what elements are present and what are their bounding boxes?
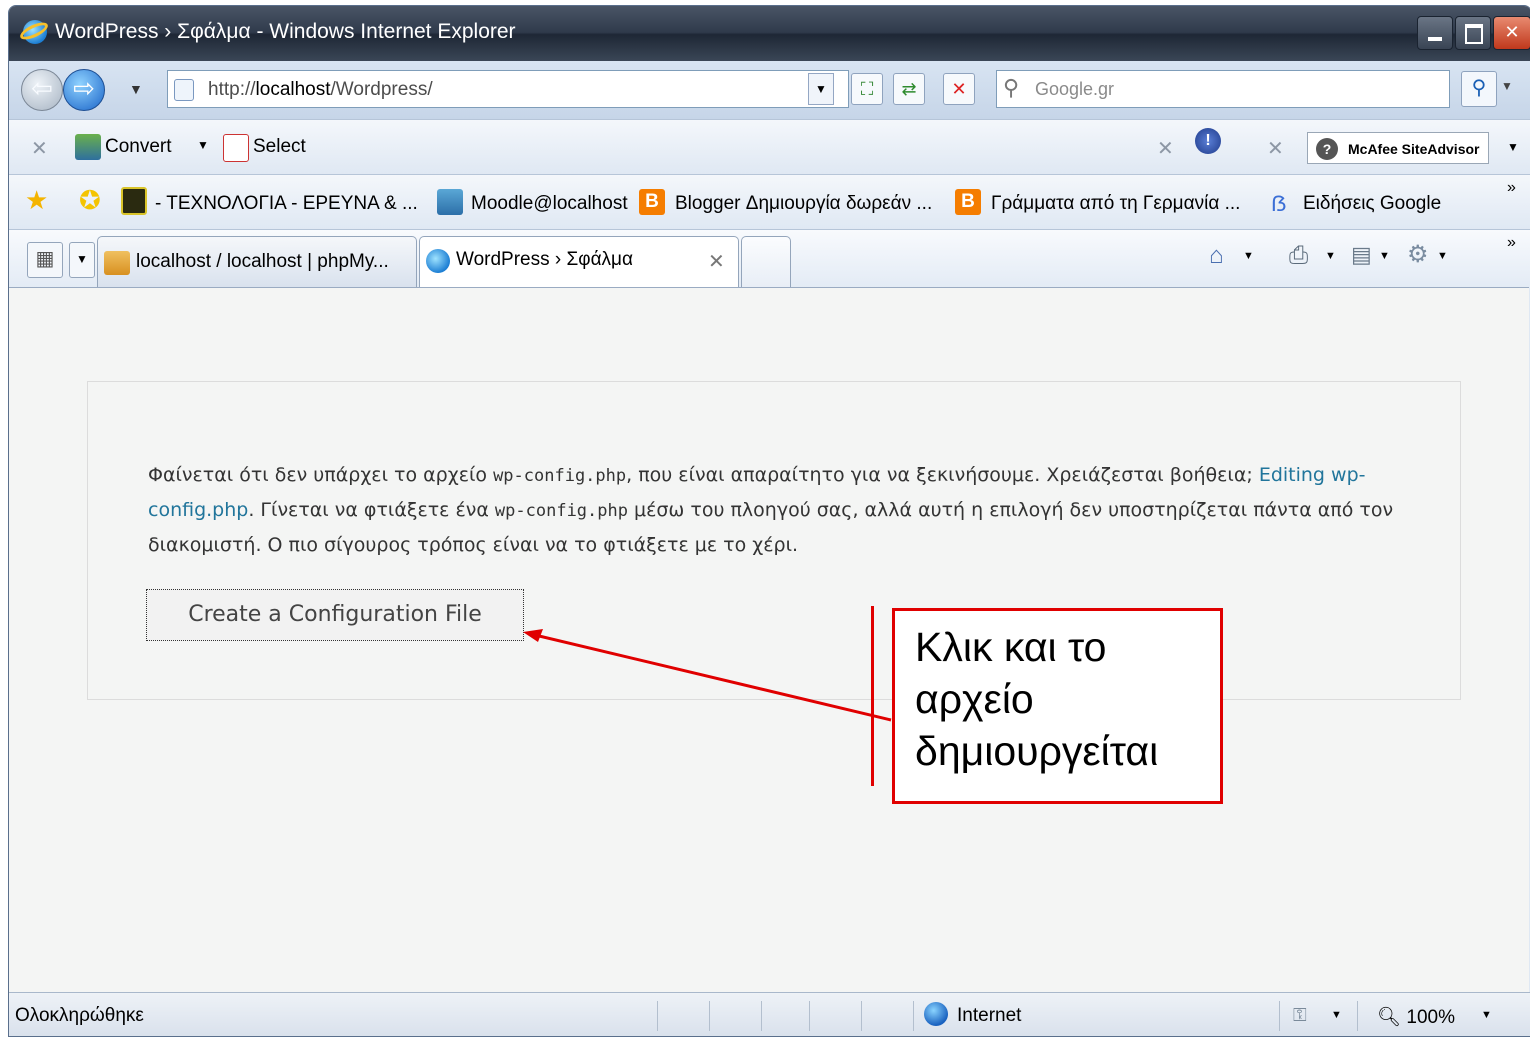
google-news-icon: ẞ <box>1271 191 1287 216</box>
favorite-site-icon <box>121 187 147 215</box>
protected-dropdown-icon[interactable]: ▼ <box>1331 1009 1342 1021</box>
status-divider <box>761 1001 762 1031</box>
compatibility-view-icon[interactable]: ⛶ <box>851 73 883 105</box>
favorites-bar: ★ ✪ - ΤΕΧΝΟΛΟΓΙΑ - ΕΡΕΥΝΑ & ... Moodle@l… <box>9 174 1530 230</box>
favorite-link[interactable]: Ειδήσεις Google <box>1303 193 1441 215</box>
select-icon <box>223 134 249 162</box>
window-title: WordPress › Σφάλμα - Windows Internet Ex… <box>55 20 516 43</box>
blogger-icon: B <box>955 189 981 215</box>
tab-phpmyadmin[interactable]: localhost / localhost | phpMy... <box>97 236 417 287</box>
convert-button[interactable]: Convert <box>105 136 172 158</box>
search-input[interactable]: ⚲ Google.gr <box>996 70 1450 108</box>
tab-label: localhost / localhost | phpMy... <box>136 251 389 272</box>
close-tab-icon[interactable]: ✕ <box>708 249 725 274</box>
protected-mode-icon[interactable]: ⚿ <box>1293 1005 1307 1026</box>
status-divider <box>657 1001 658 1031</box>
favorite-link[interactable]: Moodle@localhost <box>471 193 628 215</box>
zoom-level[interactable]: 🔍︎ 100% <box>1377 1005 1455 1029</box>
zoom-dropdown-icon[interactable]: ▼ <box>1481 1009 1492 1021</box>
tools-dropdown-icon[interactable]: ▼ <box>1437 250 1448 262</box>
status-divider <box>809 1001 810 1031</box>
status-text: Ολοκληρώθηκε <box>15 1005 144 1026</box>
title-bar: WordPress › Σφάλμα - Windows Internet Ex… <box>9 6 1530 61</box>
select-button[interactable]: Select <box>253 136 306 158</box>
tab-label: WordPress › Σφάλμα <box>456 249 633 270</box>
favorite-link[interactable]: Γράμματα από τη Γερμανία ... <box>991 193 1240 215</box>
command-toolbar: ✕ Convert ▼ Select ✕ ! ✕ McAfee SiteAdvi… <box>9 119 1530 175</box>
status-divider <box>1279 1001 1280 1031</box>
stop-icon[interactable]: ✕ <box>943 73 975 105</box>
favorite-link[interactable]: Blogger Δημιουργία δωρεάν ... <box>675 193 932 215</box>
status-divider <box>913 1001 914 1031</box>
phpmyadmin-icon <box>104 251 130 275</box>
status-divider <box>861 1001 862 1031</box>
home-icon[interactable]: ⌂ <box>1209 242 1224 270</box>
close-toolbar-icon[interactable]: ✕ <box>31 136 48 161</box>
annotation-callout: Κλικ και το αρχείο δημιουργείται <box>892 608 1223 804</box>
status-divider <box>1357 1001 1358 1031</box>
search-icon[interactable]: ⚲ <box>1461 71 1497 107</box>
search-provider-icon: ⚲ <box>1003 75 1020 100</box>
page-icon <box>174 79 194 101</box>
annotation-text: Κλικ και το αρχείο δημιουργείται <box>915 624 1159 774</box>
status-bar: Ολοκληρώθηκε Internet ⚿ ▼ 🔍︎ 100% ▼ <box>9 992 1530 1036</box>
internet-zone-icon <box>924 1002 948 1026</box>
alert-icon[interactable]: ! <box>1195 128 1221 154</box>
convert-dropdown-icon[interactable]: ▼ <box>197 138 209 152</box>
tools-gear-icon[interactable]: ⚙ <box>1407 240 1429 269</box>
status-divider <box>709 1001 710 1031</box>
search-placeholder: Google.gr <box>1035 79 1115 99</box>
browser-window: WordPress › Σφάλμα - Windows Internet Ex… <box>8 5 1530 1037</box>
close-toolbar-icon[interactable]: ✕ <box>1157 136 1174 161</box>
favorite-link[interactable]: - ΤΕΧΝΟΛΟΓΙΑ - ΕΡΕΥΝΑ & ... <box>155 193 418 215</box>
ie-page-icon <box>426 249 450 273</box>
recent-pages-dropdown-icon[interactable]: ▼ <box>129 81 143 97</box>
home-dropdown-icon[interactable]: ▼ <box>1243 250 1254 262</box>
url-text: http://localhost/Wordpress/ <box>208 79 433 100</box>
favorites-star-icon[interactable]: ★ <box>25 185 48 216</box>
security-zone[interactable]: Internet <box>957 1005 1021 1027</box>
close-button[interactable]: ✕ <box>1493 16 1530 50</box>
mcafee-siteadvisor-button[interactable]: McAfee SiteAdvisor <box>1307 132 1489 164</box>
mcafee-dropdown-icon[interactable]: ▼ <box>1507 140 1519 154</box>
refresh-icon[interactable]: ⇄ <box>893 73 925 105</box>
minimize-button[interactable] <box>1417 16 1453 50</box>
maximize-button[interactable] <box>1455 16 1491 50</box>
add-favorites-icon[interactable]: ✪ <box>79 185 101 216</box>
close-toolbar-icon[interactable]: ✕ <box>1267 136 1284 161</box>
tab-bar: ▦ ▼ localhost / localhost | phpMy... Wor… <box>9 229 1530 288</box>
page-menu-icon[interactable]: ▤ <box>1351 242 1372 268</box>
new-tab-button[interactable] <box>741 236 791 287</box>
ie-logo-icon <box>23 20 47 44</box>
tab-wordpress[interactable]: WordPress › Σφάλμα ✕ <box>419 236 739 287</box>
more-commands-icon[interactable]: » <box>1507 234 1516 252</box>
more-favorites-icon[interactable]: » <box>1507 179 1516 197</box>
print-dropdown-icon[interactable]: ▼ <box>1325 250 1336 262</box>
quick-tabs-icon[interactable]: ▦ <box>27 242 63 278</box>
page-content: Φαίνεται ότι δεν υπάρχει το αρχείο wp-co… <box>9 287 1529 993</box>
forward-button[interactable] <box>63 69 105 111</box>
tab-list-icon[interactable]: ▼ <box>69 242 95 278</box>
address-input[interactable]: http://localhost/Wordpress/ ▼ <box>167 70 849 108</box>
page-dropdown-icon[interactable]: ▼ <box>1379 250 1390 262</box>
annotation-arrow <box>523 629 892 722</box>
search-options-icon[interactable]: ▼ <box>1501 79 1513 93</box>
blogger-icon: B <box>639 189 665 215</box>
moodle-icon <box>437 189 463 215</box>
address-toolbar: ▼ http://localhost/Wordpress/ ▼ ⛶ ⇄ ✕ ⚲ … <box>9 61 1530 119</box>
back-button[interactable] <box>21 69 63 111</box>
address-dropdown-icon[interactable]: ▼ <box>808 73 834 105</box>
convert-icon <box>75 134 101 160</box>
print-icon[interactable]: ⎙ <box>1289 242 1308 270</box>
